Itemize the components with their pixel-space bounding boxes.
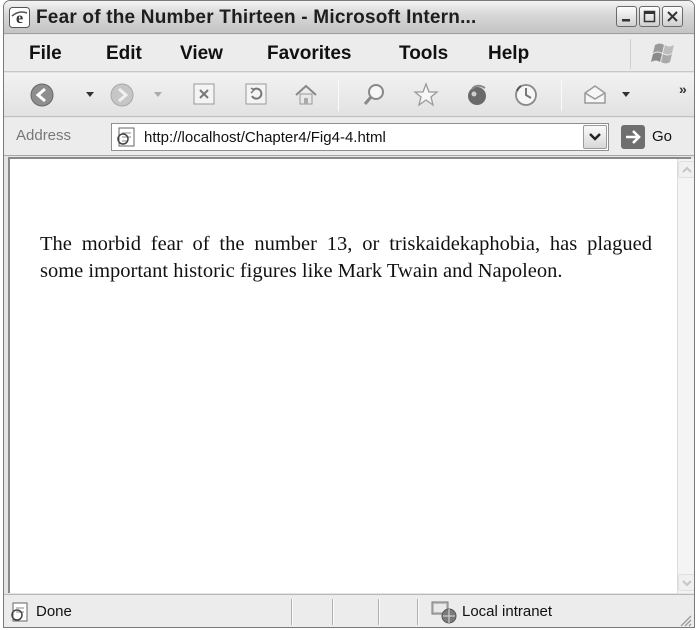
mail-icon[interactable] [581,81,609,109]
windows-flag-icon [651,43,674,64]
menu-view[interactable]: View [180,43,223,65]
address-label: Address [16,127,72,144]
title-bar[interactable]: e Fear of the Number Thirteen - Microsof… [4,1,694,34]
status-divider [332,599,334,625]
status-text: Done [36,603,72,620]
menu-favorites[interactable]: Favorites [267,43,351,65]
close-button[interactable] [662,6,683,27]
search-icon[interactable] [360,81,388,109]
toolbar-more-chevron-icon[interactable]: » [679,81,687,97]
go-label: Go [652,128,673,145]
status-divider [378,599,380,625]
status-divider [417,599,419,625]
media-icon[interactable] [463,81,491,109]
maximize-button[interactable] [639,6,660,27]
chevron-up-icon [682,166,692,173]
forward-arrow-icon[interactable] [108,81,136,109]
back-dropdown-icon[interactable] [86,92,94,97]
chevron-down-icon [682,580,692,587]
scroll-up-button[interactable] [678,161,694,178]
page-content-area[interactable]: The morbid fear of the number 13, or tri… [8,157,694,593]
minimize-button[interactable] [616,6,637,27]
menu-file[interactable]: File [29,43,62,65]
ie-logo-icon: e [9,7,30,28]
forward-dropdown-icon[interactable] [154,92,162,97]
page-done-icon [11,602,28,622]
toolbar-separator [561,79,562,111]
address-input[interactable]: http://localhost/Chapter4/Fig4-4.html [111,123,609,151]
menu-tools[interactable]: Tools [399,43,448,65]
status-divider [291,599,293,625]
close-icon [667,11,678,22]
windows-flag-logo [630,39,690,69]
standard-toolbar: » [4,73,694,117]
minimize-icon [622,19,630,22]
status-bar: Done Local intranet [4,594,694,627]
go-arrow-icon [621,125,645,149]
browser-window: e Fear of the Number Thirteen - Microsof… [3,0,695,628]
menu-edit[interactable]: Edit [106,43,142,65]
history-icon[interactable] [512,81,540,109]
page-icon [117,127,135,147]
vertical-scrollbar[interactable] [677,159,694,593]
home-icon[interactable] [292,81,320,109]
window-title: Fear of the Number Thirteen - Microsoft … [36,7,477,28]
maximize-icon [643,10,656,23]
go-button[interactable]: Go [621,123,687,151]
stop-icon[interactable] [191,81,217,107]
address-url[interactable]: http://localhost/Chapter4/Fig4-4.html [144,129,386,146]
menu-bar: File Edit View Favorites Tools Help [4,35,694,72]
back-arrow-icon[interactable] [28,81,56,109]
mail-dropdown-icon[interactable] [622,92,630,97]
refresh-icon[interactable] [243,81,269,107]
resize-grip-icon[interactable] [678,613,692,627]
security-zone-text: Local intranet [462,603,553,620]
address-bar: Address http://localhost/Chapter4/Fig4-4… [4,118,694,156]
scroll-down-button[interactable] [678,574,694,591]
star-icon[interactable] [412,81,440,109]
address-dropdown-button[interactable] [583,125,607,149]
toolbar-separator [338,79,339,111]
body-paragraph: The morbid fear of the number 13, or tri… [40,233,652,282]
chevron-down-icon [589,133,601,141]
menu-help[interactable]: Help [488,43,529,65]
intranet-zone-icon [431,601,457,624]
